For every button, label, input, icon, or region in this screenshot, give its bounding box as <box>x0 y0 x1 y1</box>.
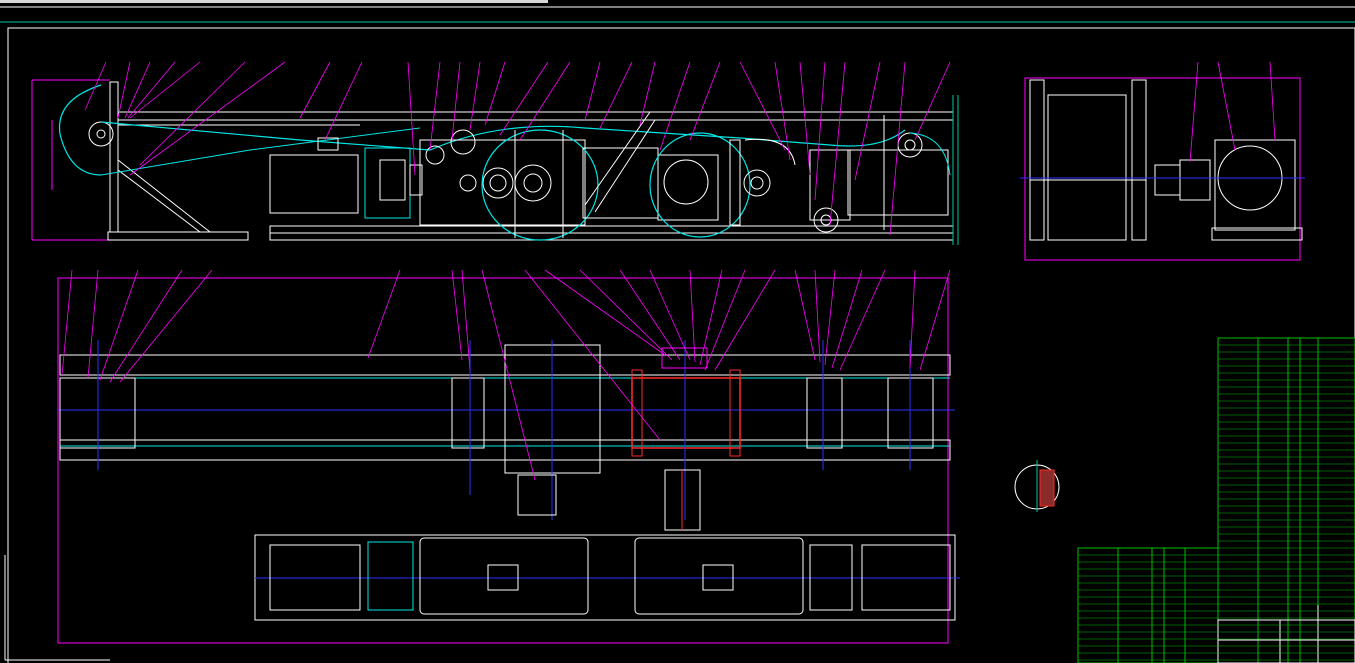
side-view <box>31 61 959 245</box>
plan-view <box>57 269 960 644</box>
drawing-frame <box>7 27 1355 663</box>
title-block <box>1217 605 1355 663</box>
end-view <box>1020 61 1305 261</box>
toolbar-strip <box>0 0 548 3</box>
drawing-sheet <box>0 0 1355 663</box>
cad-drawing-canvas[interactable] <box>0 0 1355 663</box>
drive-drum-highlight <box>631 377 741 449</box>
detail-circle <box>1014 460 1060 512</box>
